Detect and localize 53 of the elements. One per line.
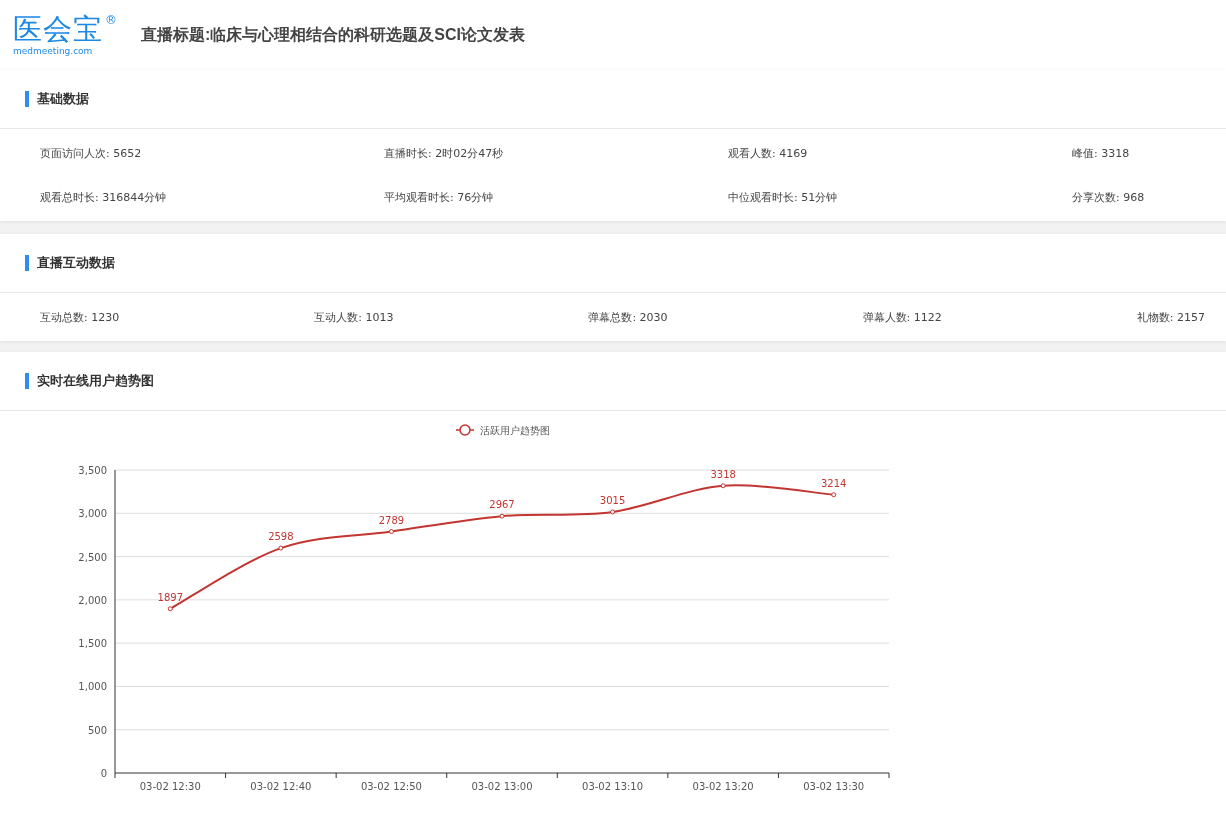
x-axis-label: 03-02 12:30 — [139, 781, 201, 792]
legend-label: 活跃用户趋势图 — [480, 425, 550, 436]
data-point — [278, 545, 284, 551]
x-axis-label: 03-02 12:40 — [250, 781, 312, 792]
x-axis-label: 03-02 13:00 — [471, 781, 533, 792]
page-title: 直播标题:临床与心理相结合的科研选题及SCI论文发表 — [141, 24, 525, 45]
y-axis-label: 3,000 — [78, 508, 107, 520]
x-axis-label: 03-02 13:10 — [582, 781, 644, 792]
registered-mark: ® — [105, 13, 117, 27]
stat-text: 弹幕人数: 1122 — [862, 309, 942, 326]
accent-bar — [25, 373, 29, 389]
data-point — [388, 529, 394, 535]
data-point — [720, 483, 726, 489]
accent-bar — [25, 91, 29, 107]
stat-text: 平均观看时长: 76分钟 — [384, 189, 495, 206]
stat-text: 页面访问人次: 5652 — [40, 145, 143, 162]
x-axis-label: 03-02 12:50 — [360, 781, 422, 792]
section-title: 实时在线用户趋势图 — [37, 372, 154, 390]
stat-text: 观看总时长: 316844分钟 — [40, 189, 168, 206]
y-axis-label: 2,000 — [78, 594, 107, 606]
section-title: 基础数据 — [37, 90, 89, 108]
logo-text: 医会宝 — [13, 13, 103, 45]
data-point — [167, 606, 173, 612]
stat-text: 观看人数: 4169 — [728, 145, 809, 162]
logo-domain: medmeeting.com — [13, 45, 94, 57]
data-label: 1897 — [157, 591, 183, 603]
stat-text: 中位观看时长: 51分钟 — [728, 189, 839, 206]
y-axis-label: 1,000 — [78, 681, 107, 693]
stat-text: 直播时长: 2时02分47秒 — [384, 145, 505, 162]
data-label: 2598 — [268, 531, 294, 543]
data-point — [610, 509, 616, 515]
data-point — [831, 492, 837, 498]
x-axis-label: 03-02 13:30 — [803, 781, 865, 792]
stat-text: 分享次数: 968 — [1072, 189, 1146, 206]
accent-bar — [25, 255, 29, 271]
stat-text: 礼物数: 2157 — [1136, 309, 1205, 326]
data-point — [499, 513, 505, 519]
data-label: 3214 — [821, 477, 847, 489]
stat-text: 互动人数: 1013 — [314, 309, 394, 326]
x-axis-label: 03-02 13:20 — [692, 781, 754, 792]
section-title: 直播互动数据 — [37, 254, 115, 272]
data-label: 2967 — [489, 499, 515, 511]
data-label: 3015 — [599, 495, 626, 506]
stat-text: 峰值: 3318 — [1072, 145, 1131, 162]
y-axis-label: 1,500 — [78, 638, 107, 650]
data-label: 2789 — [378, 514, 405, 526]
y-axis-label: 3,500 — [78, 465, 107, 476]
data-label: 3318 — [710, 468, 736, 480]
y-axis-label: 2,500 — [78, 551, 107, 563]
stat-text: 弹幕总数: 2030 — [588, 309, 668, 326]
y-axis-label: 500 — [87, 724, 107, 736]
y-axis-label: 0 — [100, 768, 107, 779]
stat-text: 互动总数: 1230 — [40, 309, 120, 326]
